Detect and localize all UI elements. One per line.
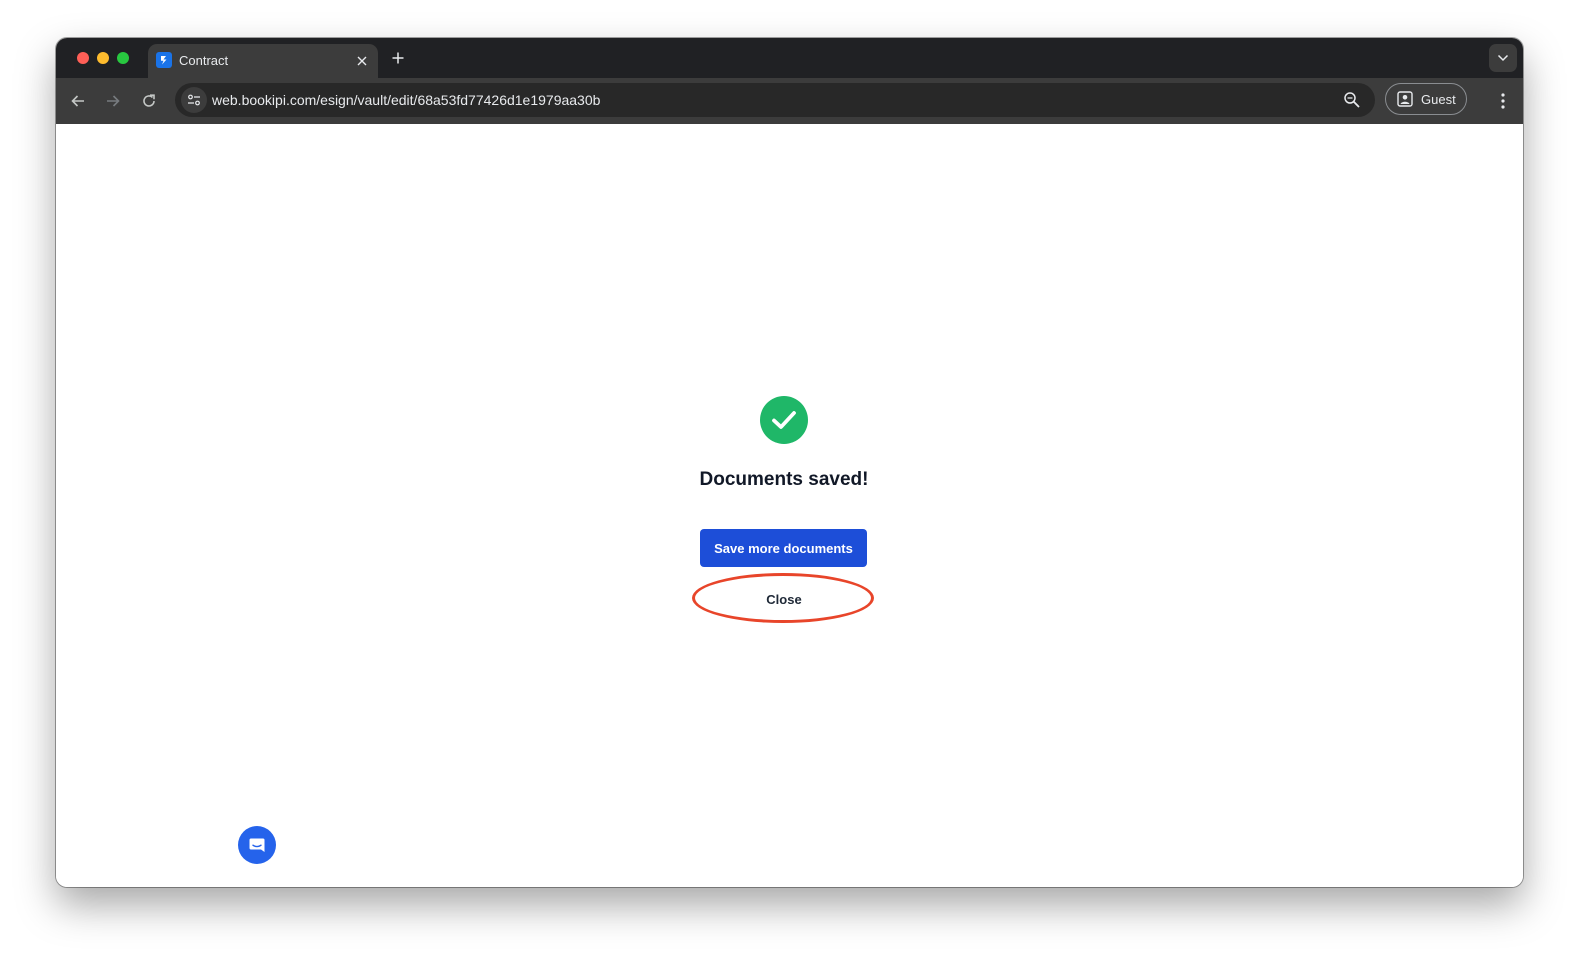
save-more-documents-button[interactable]: Save more documents (700, 529, 867, 567)
window-minimize-button[interactable] (97, 52, 109, 64)
back-arrow-icon[interactable] (64, 87, 92, 115)
tab-search-chevron-icon[interactable] (1489, 44, 1517, 72)
site-settings-icon[interactable] (181, 87, 207, 113)
reload-icon[interactable] (135, 87, 163, 115)
forward-arrow-icon[interactable] (99, 87, 127, 115)
zoom-magnifier-icon[interactable] (1343, 91, 1361, 109)
tab-contract[interactable]: Contract (148, 44, 378, 78)
tab-strip: Contract (56, 38, 1523, 78)
new-tab-icon[interactable] (387, 47, 409, 69)
more-vertical-icon[interactable] (1493, 87, 1513, 115)
check-circle-icon (760, 396, 808, 444)
page-content: Documents saved! Save more documents Clo… (56, 124, 1523, 887)
profile-label: Guest (1421, 92, 1456, 107)
chat-launcher-icon[interactable] (238, 826, 276, 864)
window-zoom-button[interactable] (117, 52, 129, 64)
address-bar[interactable]: web.bookipi.com/esign/vault/edit/68a53fd… (175, 83, 1375, 117)
browser-toolbar: web.bookipi.com/esign/vault/edit/68a53fd… (56, 78, 1523, 124)
bookipi-logo-icon (156, 52, 172, 68)
close-button[interactable]: Close (730, 582, 838, 616)
window-close-button[interactable] (77, 52, 89, 64)
profile-button[interactable]: Guest (1385, 83, 1467, 115)
url-text[interactable]: web.bookipi.com/esign/vault/edit/68a53fd… (212, 92, 600, 108)
tab-title: Contract (179, 53, 229, 68)
success-title: Documents saved! (699, 469, 869, 490)
browser-window: Contract web.bookipi.com/esign/vault/edi… (56, 38, 1523, 887)
tab-close-icon[interactable] (352, 51, 372, 71)
guest-profile-icon (1397, 91, 1413, 107)
